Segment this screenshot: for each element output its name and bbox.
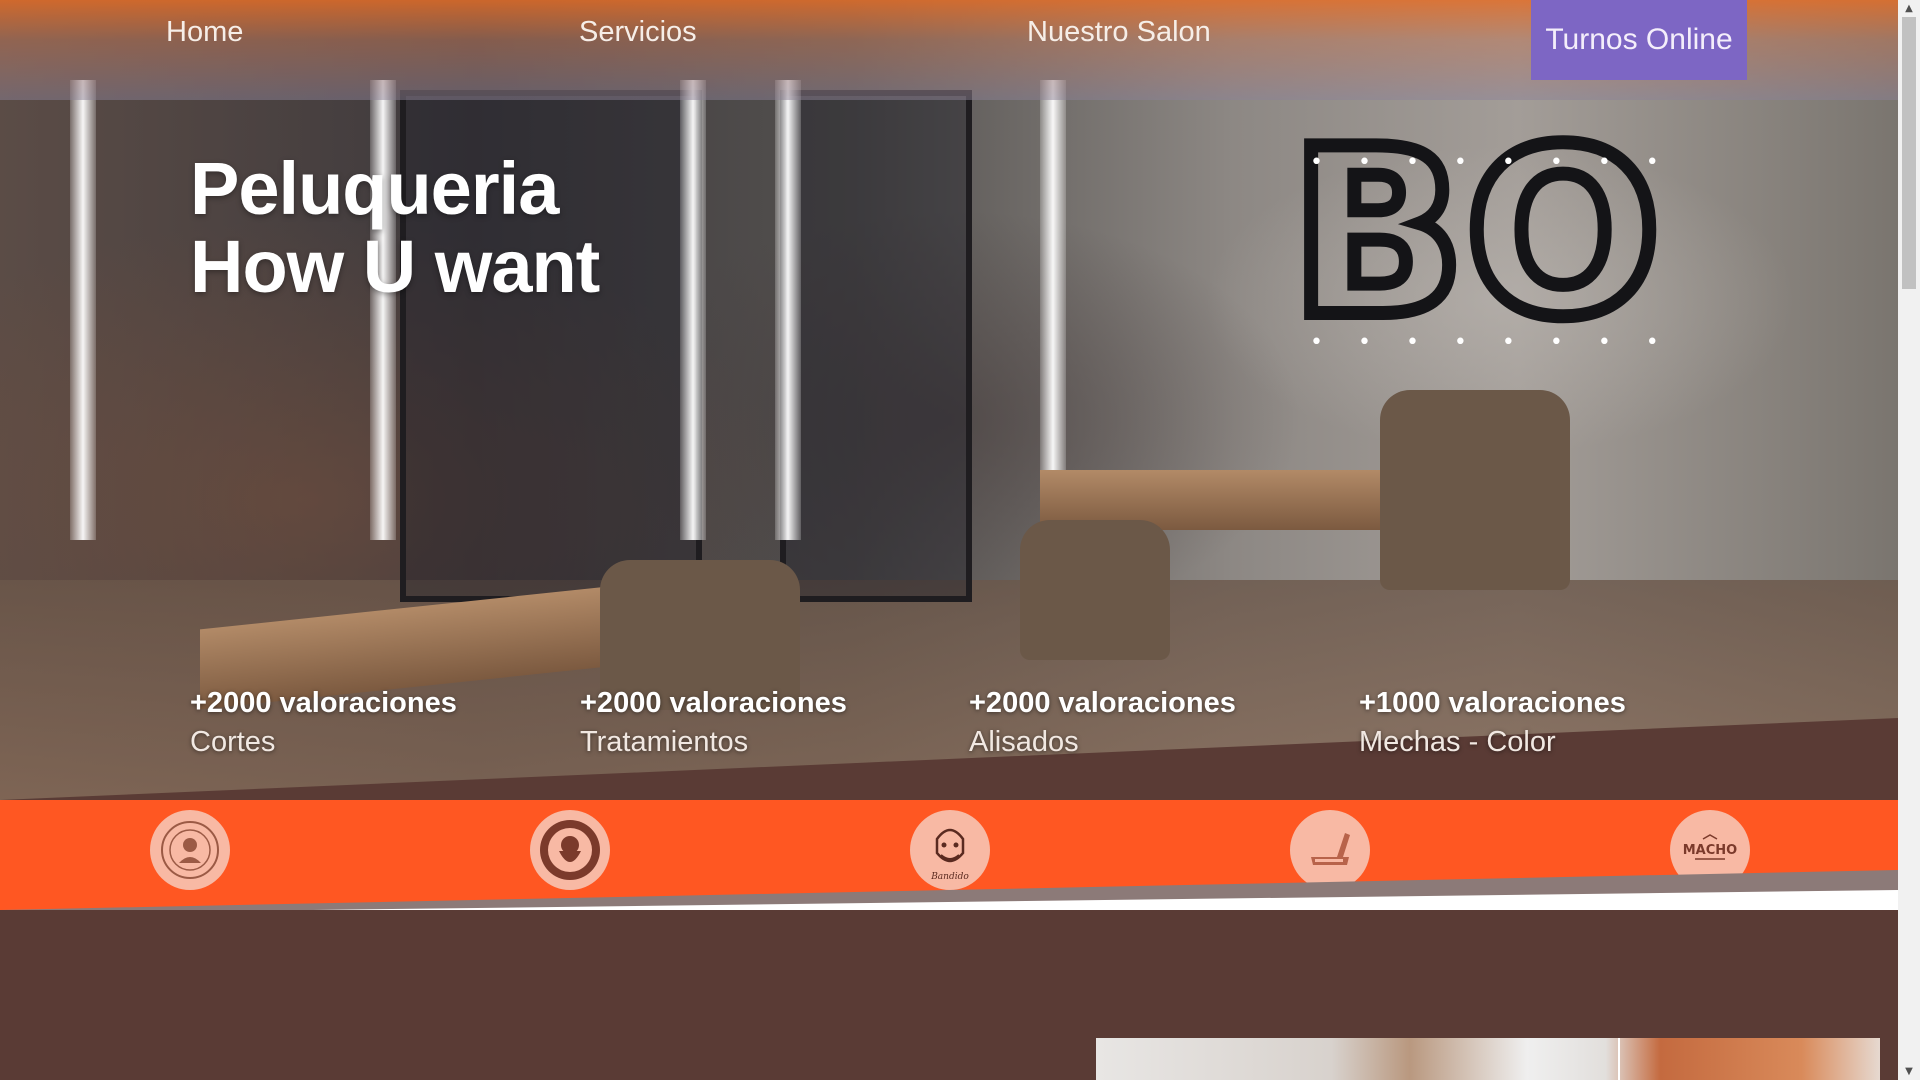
stat-label: Cortes [190, 726, 276, 758]
brands-bottom-slant [0, 870, 1898, 914]
marquee-bulbs: • • • • • • • • [1310, 150, 1673, 175]
scroll-down-arrow-icon[interactable]: ▼ [1898, 1063, 1920, 1080]
hero-title-line1: Peluqueria [190, 147, 559, 230]
hero-background-photo: BO • • • • • • • • • • • • • • • • [0, 0, 1898, 800]
hero-title-line2: How U want [190, 225, 600, 308]
salon-chair [1020, 520, 1170, 660]
svg-text:MACHO: MACHO [1683, 843, 1737, 858]
stat-value: +2000 valoraciones [969, 687, 1236, 719]
stat-cortes: +2000 valoraciones Cortes [190, 684, 457, 762]
light-beam [70, 80, 96, 540]
stat-mechas-color: +1000 valoraciones Mechas - Color [1359, 684, 1626, 762]
nav-home[interactable]: Home [166, 16, 243, 49]
hero-title: Peluqueria How U want [190, 150, 750, 306]
stat-value: +2000 valoraciones [190, 687, 457, 719]
stat-label: Tratamientos [580, 726, 749, 758]
salon-chair [1380, 390, 1570, 590]
marquee-bulbs: • • • • • • • • [1310, 330, 1673, 355]
stat-tratamientos: +2000 valoraciones Tratamientos [580, 684, 847, 762]
top-navbar: Home Servicios Nuestro Salon Turnos Onli… [0, 0, 1898, 100]
stat-value: +1000 valoraciones [1359, 687, 1626, 719]
stat-label: Alisados [969, 726, 1079, 758]
scroll-up-arrow-icon[interactable]: ▲ [1898, 0, 1920, 17]
salon-mirror [780, 90, 972, 602]
scrollbar-thumb[interactable] [1902, 17, 1916, 289]
stat-value: +2000 valoraciones [580, 687, 847, 719]
nav-servicios[interactable]: Servicios [579, 16, 697, 49]
gallery-photos-preview [1096, 1038, 1880, 1080]
light-beam [775, 80, 801, 540]
nav-nuestro-salon[interactable]: Nuestro Salon [1027, 16, 1211, 49]
stat-label: Mechas - Color [1359, 726, 1556, 758]
stat-alisados: +2000 valoraciones Alisados [969, 684, 1236, 762]
page-scrollbar[interactable]: ▲ ▼ [1898, 0, 1920, 1080]
gallery-divider [1618, 1038, 1620, 1080]
turnos-online-button[interactable]: Turnos Online [1531, 0, 1747, 80]
light-beam [680, 80, 706, 540]
